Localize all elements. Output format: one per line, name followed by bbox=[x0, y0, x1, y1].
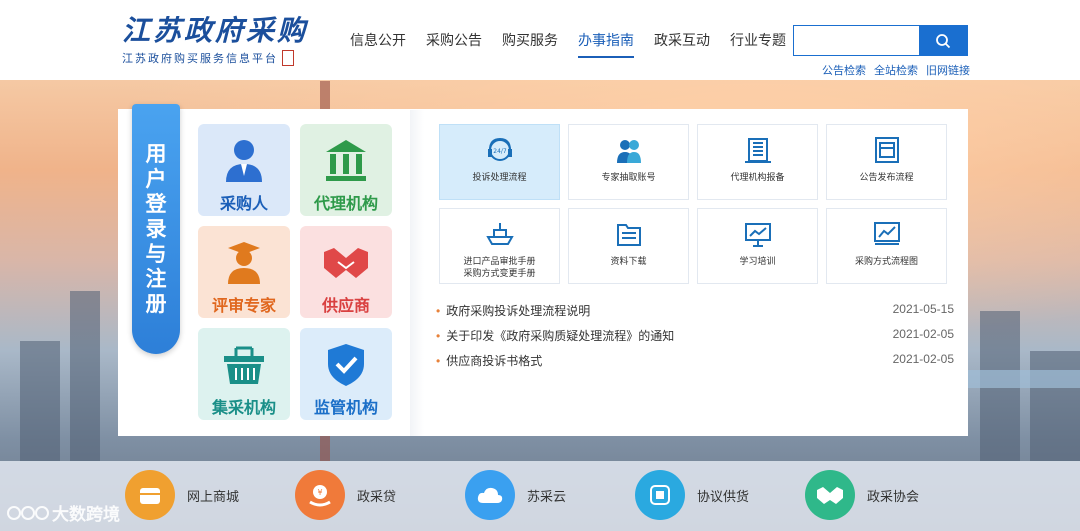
building-icon bbox=[743, 135, 773, 165]
search-icon bbox=[936, 33, 951, 48]
quick-link-agreement-supply[interactable]: 协议供货 bbox=[635, 470, 749, 520]
quick-link-su-cloud[interactable]: 苏采云 bbox=[465, 470, 566, 520]
watermark: 大数跨境 bbox=[6, 500, 120, 525]
nav-item-guide[interactable]: 办事指南 bbox=[578, 30, 634, 58]
site-logo[interactable]: 江苏政府采购 江苏政府购买服务信息平台 bbox=[122, 14, 322, 74]
handshake-icon bbox=[322, 238, 370, 286]
quick-link-association[interactable]: 政采协会 bbox=[805, 470, 919, 520]
presentation-icon bbox=[743, 219, 773, 249]
shield-check-icon bbox=[322, 340, 370, 388]
news-item[interactable]: • 关于印发《政府采购质疑处理流程》的通知 2021-02-05 bbox=[436, 327, 954, 344]
link-site-search[interactable]: 全站检索 bbox=[874, 62, 918, 78]
cloud-icon bbox=[465, 470, 515, 520]
svg-text:24/7: 24/7 bbox=[493, 148, 507, 155]
watermark-logo-icon bbox=[7, 505, 49, 520]
guide-downloads[interactable]: 资料下载 bbox=[568, 208, 689, 284]
nav-item-topics[interactable]: 行业专题 bbox=[730, 30, 786, 58]
loan-icon: ¥ bbox=[295, 470, 345, 520]
bullet-icon: • bbox=[436, 304, 441, 318]
tile-purchaser[interactable]: 采购人 bbox=[198, 124, 290, 216]
headset-24-7-icon: 24/7 bbox=[485, 135, 515, 165]
bullet-icon: • bbox=[436, 354, 441, 368]
guide-training[interactable]: 学习培训 bbox=[697, 208, 818, 284]
quick-link-loan[interactable]: ¥ 政采贷 bbox=[295, 470, 396, 520]
basket-icon bbox=[220, 340, 268, 388]
guide-procurement-flowchart[interactable]: 采购方式流程图 bbox=[826, 208, 947, 284]
person-icon bbox=[220, 136, 268, 184]
search-input[interactable] bbox=[794, 26, 919, 55]
svg-text:¥: ¥ bbox=[317, 488, 322, 497]
ship-icon bbox=[485, 219, 515, 249]
register-tab: 用 户 登 录 与 注 册 bbox=[132, 104, 180, 354]
handshake-icon bbox=[805, 470, 855, 520]
guide-import-products[interactable]: 进口产品审批手册 采购方式变更手册 bbox=[439, 208, 560, 284]
search-box bbox=[793, 25, 968, 56]
supply-icon bbox=[635, 470, 685, 520]
guide-complaint-process[interactable]: 24/7 投诉处理流程 bbox=[439, 124, 560, 200]
bullet-icon: • bbox=[436, 329, 441, 343]
tile-supplier[interactable]: 供应商 bbox=[300, 226, 392, 318]
nav-item-interaction[interactable]: 政采互动 bbox=[654, 30, 710, 58]
nav-item-announcements[interactable]: 采购公告 bbox=[426, 30, 482, 58]
tile-central-purchasing[interactable]: 集采机构 bbox=[198, 328, 290, 420]
news-item[interactable]: • 供应商投诉书格式 2021-02-05 bbox=[436, 352, 954, 369]
document-icon bbox=[872, 135, 902, 165]
guide-agency-filing[interactable]: 代理机构报备 bbox=[697, 124, 818, 200]
chart-board-icon bbox=[872, 219, 902, 249]
graduate-icon bbox=[220, 238, 268, 286]
guide-expert-account[interactable]: 专家抽取账号 bbox=[568, 124, 689, 200]
guide-notice-publishing[interactable]: 公告发布流程 bbox=[826, 124, 947, 200]
nav-item-services[interactable]: 购买服务 bbox=[502, 30, 558, 58]
shop-icon bbox=[125, 470, 175, 520]
folder-icon bbox=[614, 219, 644, 249]
link-notice-search[interactable]: 公告检索 bbox=[822, 62, 866, 78]
institution-icon bbox=[322, 136, 370, 184]
experts-icon bbox=[614, 135, 644, 165]
tile-supervisor[interactable]: 监管机构 bbox=[300, 328, 392, 420]
site-header: 江苏政府采购 江苏政府购买服务信息平台 信息公开 采购公告 购买服务 办事指南 … bbox=[0, 0, 1080, 80]
logo-title: 江苏政府采购 bbox=[122, 14, 309, 47]
tile-agency[interactable]: 代理机构 bbox=[300, 124, 392, 216]
quick-link-online-mall[interactable]: 网上商城 bbox=[125, 470, 239, 520]
panel-divider bbox=[410, 110, 424, 436]
tile-expert[interactable]: 评审专家 bbox=[198, 226, 290, 318]
seal-icon bbox=[282, 50, 294, 66]
nav-item-info[interactable]: 信息公开 bbox=[350, 30, 406, 58]
logo-subtitle: 江苏政府购买服务信息平台 bbox=[122, 53, 278, 65]
header-links: 公告检索 全站检索 旧网链接 bbox=[822, 62, 978, 78]
news-item[interactable]: • 政府采购投诉处理流程说明 2021-05-15 bbox=[436, 302, 954, 319]
main-nav: 信息公开 采购公告 购买服务 办事指南 政采互动 行业专题 bbox=[340, 30, 796, 58]
search-button[interactable] bbox=[919, 26, 967, 55]
link-old-site[interactable]: 旧网链接 bbox=[926, 62, 970, 78]
